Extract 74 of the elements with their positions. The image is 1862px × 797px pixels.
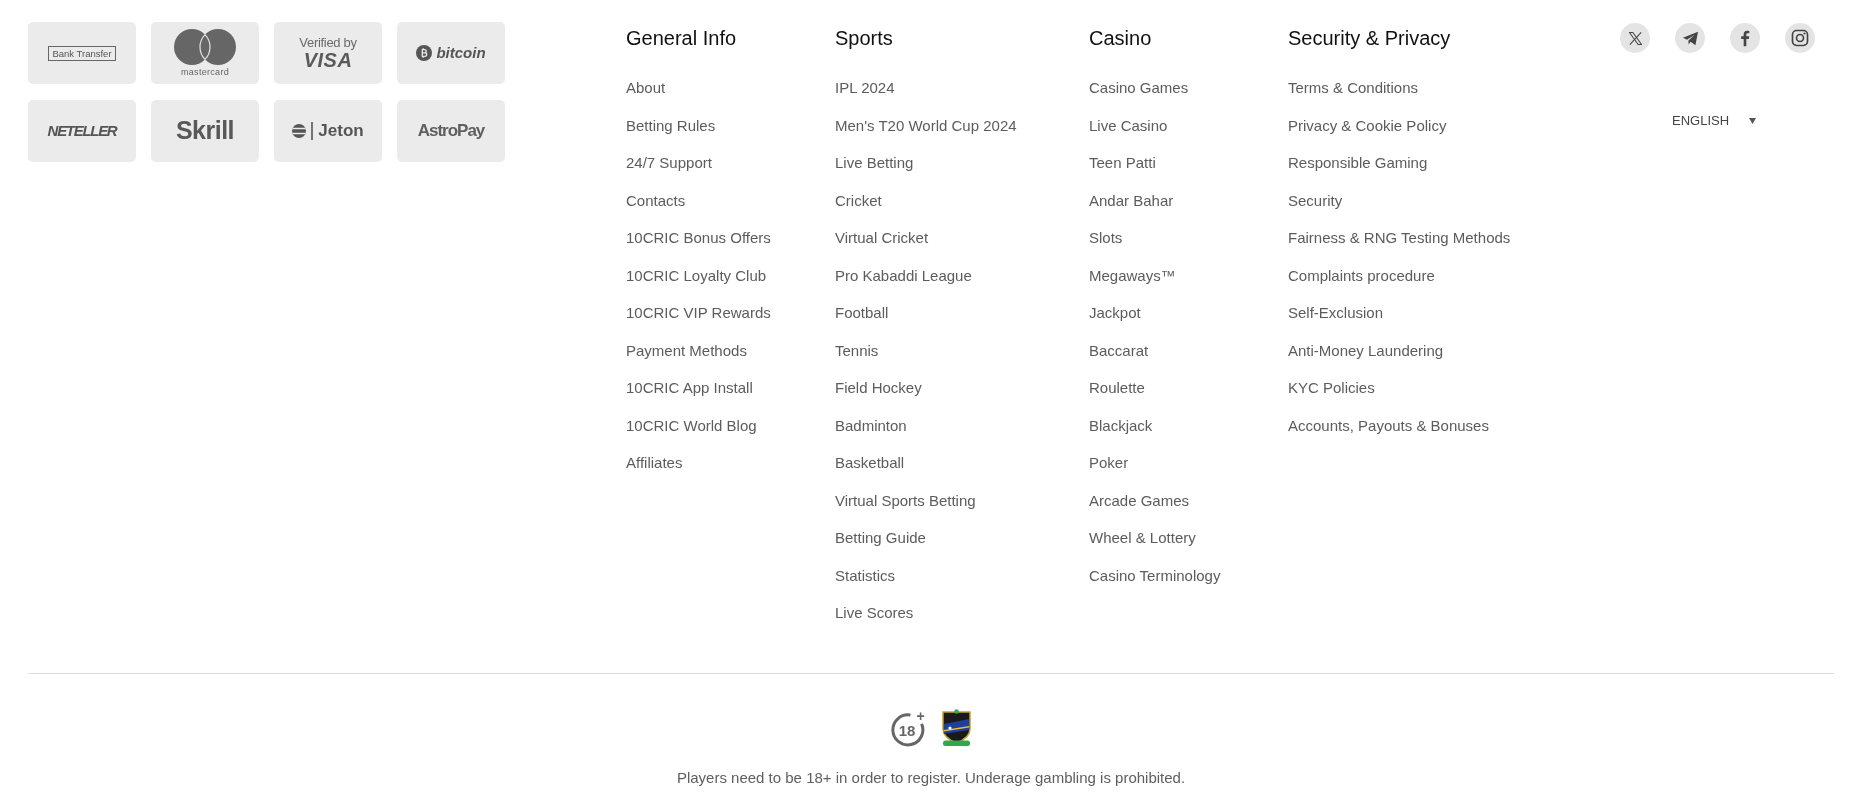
footer-link[interactable]: Cricket (835, 190, 882, 211)
footer-link[interactable]: Casino Games (1089, 78, 1189, 98)
footer-link[interactable]: Arcade Games (1089, 490, 1190, 511)
striped-globe-icon (292, 121, 315, 141)
footer-link[interactable]: Jackpot (1089, 303, 1141, 323)
footer-link[interactable]: Blackjack (1089, 415, 1153, 436)
coin-icon (416, 45, 433, 61)
column-heading: Security & Privacy (1288, 26, 1452, 51)
footer-link[interactable]: Virtual Cricket (835, 228, 929, 248)
caret-icon (1749, 118, 1757, 124)
shield-emblem-icon (939, 709, 973, 747)
footer-link[interactable]: Fairness & RNG Testing Methods (1288, 228, 1511, 248)
footer-link[interactable]: Pro Kabaddi League (835, 265, 972, 286)
footer-link[interactable]: 10CRIC Bonus Offers (626, 228, 771, 248)
footer-link[interactable]: 10CRIC World Blog (626, 415, 757, 436)
instagram-icon[interactable] (1785, 23, 1815, 53)
brand-wordmark: AstroPay (417, 120, 485, 143)
footer-link[interactable]: Betting Rules (626, 115, 716, 136)
facebook-icon[interactable] (1730, 23, 1760, 53)
footer-link[interactable]: 10CRIC VIP Rewards (626, 303, 771, 323)
footer-link[interactable]: Responsible Gaming (1288, 153, 1428, 173)
footer-link[interactable]: Tennis (835, 340, 879, 361)
footer-link[interactable]: Contacts (626, 190, 686, 211)
footer-link[interactable]: Anti-Money Laundering (1288, 340, 1444, 361)
footer-link[interactable]: Basketball (835, 453, 905, 473)
footer-link[interactable]: 24/7 Support (626, 153, 712, 173)
footer-link[interactable]: Baccarat (1089, 340, 1149, 361)
age-disclaimer-text: Players need to be 18+ in order to register. Underage gambling is prohibited. (676, 768, 1186, 788)
footer-link[interactable]: Live Betting (835, 153, 914, 173)
footer-link[interactable]: Affiliates (626, 453, 683, 473)
brand-wordmark: Skrill (175, 115, 235, 147)
logo-caption: Verified by (299, 36, 357, 50)
footer-link[interactable]: Andar Bahar (1089, 190, 1174, 211)
footer-link[interactable]: Megaways™ (1089, 265, 1176, 286)
footer-link[interactable]: Teen Patti (1089, 153, 1156, 173)
footer-link[interactable]: Casino Terminology (1089, 565, 1221, 586)
footer-link[interactable]: Terms & Conditions (1288, 78, 1419, 98)
brand-wordmark: VISA (303, 50, 353, 70)
footer-link[interactable]: 10CRIC App Install (626, 378, 753, 398)
footer-link[interactable]: Men's T20 World Cup 2024 (835, 115, 1017, 136)
brand-wordmark: NETELLER (47, 120, 117, 141)
footer-link[interactable]: Football (835, 303, 889, 323)
column-heading: Casino (1089, 26, 1153, 51)
footer-link[interactable]: IPL 2024 (835, 78, 895, 98)
footer-link[interactable]: Wheel & Lottery (1089, 528, 1196, 548)
footer-link[interactable]: KYC Policies (1288, 378, 1375, 398)
footer-link[interactable]: Field Hockey (835, 378, 922, 398)
footer-link[interactable]: Self-Exclusion (1288, 303, 1384, 323)
footer-link[interactable]: 10CRIC Loyalty Club (626, 265, 767, 286)
x-logo-icon[interactable] (1620, 23, 1650, 53)
footer-link[interactable]: Security (1288, 190, 1343, 211)
telegram-icon[interactable] (1675, 23, 1705, 53)
overlapping-circles-icon (173, 29, 237, 65)
footer-link[interactable]: About (626, 78, 666, 98)
footer-link[interactable]: Privacy & Cookie Policy (1288, 115, 1447, 136)
footer-link[interactable]: Badminton (835, 415, 907, 436)
footer-link[interactable]: Live Scores (835, 603, 914, 623)
brand-wordmark: bitcoin (436, 42, 486, 63)
footer-link[interactable]: Slots (1089, 228, 1123, 248)
brand-wordmark: mastercard (181, 67, 229, 77)
brand-wordmark: Bank Transfer (48, 45, 116, 61)
footer-link[interactable]: Complaints procedure (1288, 265, 1435, 286)
footer-link[interactable]: Live Casino (1089, 115, 1168, 136)
footer-link[interactable]: Poker (1089, 453, 1129, 473)
footer-link[interactable]: Roulette (1089, 378, 1145, 398)
column-heading: Sports (835, 26, 894, 51)
footer-link[interactable]: Payment Methods (626, 340, 747, 361)
language-dropdown[interactable]: ENGLISH (1666, 109, 1763, 133)
footer-link[interactable]: Accounts, Payouts & Bonuses (1288, 415, 1489, 436)
footer-link[interactable]: Virtual Sports Betting (835, 490, 976, 511)
brand-wordmark: Jeton (318, 120, 364, 143)
column-heading: General Info (626, 26, 738, 51)
footer-link[interactable]: Statistics (835, 565, 895, 586)
footer-link[interactable]: Betting Guide (835, 528, 926, 548)
